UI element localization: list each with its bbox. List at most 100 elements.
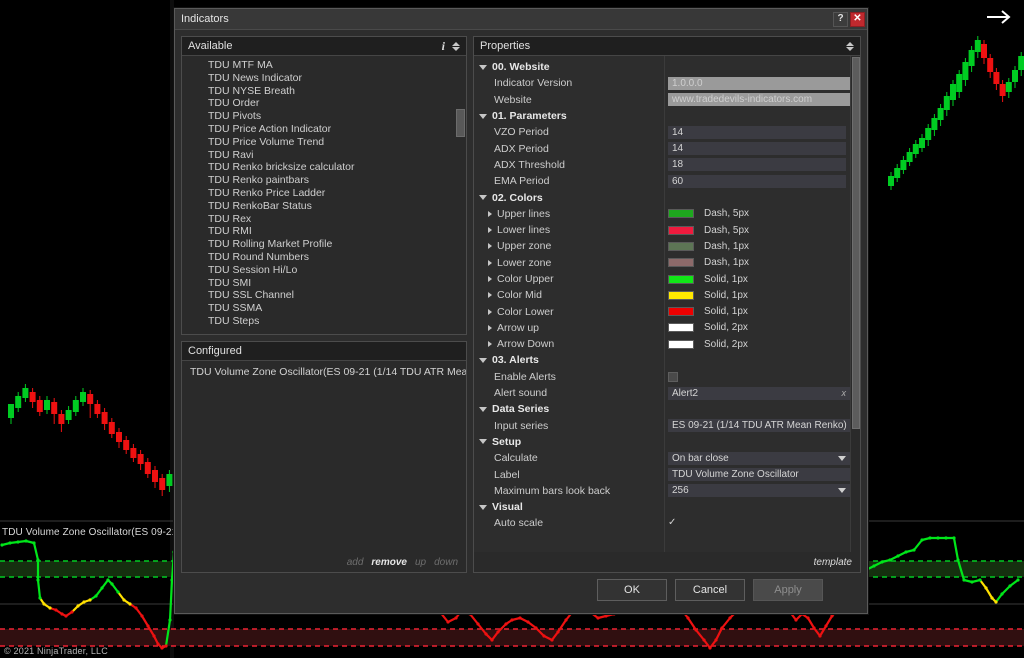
property-row[interactable]: Lower zone Dash, 1px [474,255,850,271]
available-scrollbar-thumb[interactable] [456,109,465,137]
available-list-item[interactable]: TDU Ravi [182,149,466,162]
ok-button[interactable]: OK [597,579,667,601]
help-button[interactable]: ? [833,11,848,27]
available-list-item[interactable]: TDU Rolling Market Profile [182,238,466,251]
available-list-item[interactable]: TDU SSMA [182,302,466,315]
available-list-item[interactable]: TDU Price Action Indicator [182,123,466,136]
available-list[interactable]: TDU MTF MA TDU News Indicator TDU NYSE Bre… [182,56,466,334]
available-list-item[interactable]: TDU News Indicator [182,72,466,85]
cancel-button[interactable]: Cancel [675,579,745,601]
available-list-item[interactable]: TDU Renko bricksize calculator [182,161,466,174]
chevron-right-icon[interactable] [488,243,492,250]
available-list-item[interactable]: TDU SSL Channel [182,289,466,302]
property-row[interactable]: Auto scale ✓ [474,515,850,531]
arrow-right-icon[interactable] [984,6,1014,28]
available-list-item[interactable]: TDU Session Hi/Lo [182,264,466,277]
property-group-header[interactable]: 00. Website [474,59,850,75]
property-row[interactable]: Upper lines Dash, 5px [474,206,850,222]
properties-spinner[interactable] [846,41,858,51]
color-swatch[interactable] [668,274,694,284]
configured-list-item[interactable]: TDU Volume Zone Oscillator(ES 09-21 (1/1… [182,365,466,379]
configured-list[interactable]: TDU Volume Zone Oscillator(ES 09-21 (1/1… [182,361,466,552]
chevron-down-icon[interactable] [479,357,487,363]
property-row[interactable]: Alert sound Alert2 x [474,385,850,401]
chevron-down-icon[interactable] [846,46,854,51]
chevron-down-icon[interactable] [479,195,487,201]
chevron-right-icon[interactable] [488,210,492,217]
color-swatch[interactable] [668,258,694,268]
dropdown-field[interactable]: 256 [668,484,850,498]
available-list-item[interactable]: TDU RMI [182,225,466,238]
chevron-down-icon[interactable] [479,406,487,412]
color-swatch[interactable] [668,209,694,219]
property-group-header[interactable]: 01. Parameters [474,108,850,124]
chevron-right-icon[interactable] [488,227,492,234]
chevron-right-icon[interactable] [488,259,492,266]
available-list-item[interactable]: TDU Rex [182,213,466,226]
chevron-down-icon[interactable] [479,504,487,510]
configured-action-remove[interactable]: remove [371,557,407,568]
text-field[interactable]: 14 [668,125,846,139]
color-swatch[interactable] [668,307,694,317]
chevron-down-icon[interactable] [452,46,460,51]
property-row[interactable]: Color Upper Solid, 1px [474,271,850,287]
dropdown-field[interactable]: On bar close [668,451,850,465]
property-group-header[interactable]: Data Series [474,401,850,417]
available-list-item[interactable]: TDU NYSE Breath [182,85,466,98]
available-list-item[interactable]: TDU RenkoBar Status [182,200,466,213]
property-group-header[interactable]: Visual [474,499,850,515]
available-list-item[interactable]: TDU Order [182,97,466,110]
available-list-item[interactable]: TDU Steps [182,315,466,328]
property-row[interactable]: Website www.tradedevils-indicators.com [474,92,850,108]
chevron-up-icon[interactable] [846,41,854,46]
property-row[interactable]: Color Lower Solid, 1px [474,303,850,319]
property-group-header[interactable]: Setup [474,434,850,450]
chevron-down-icon[interactable] [479,64,487,70]
available-list-item[interactable]: TDU MTF MA [182,59,466,72]
text-field[interactable]: TDU Volume Zone Oscillator [668,468,850,482]
chevron-right-icon[interactable] [488,276,492,282]
available-list-item[interactable]: TDU Pivots [182,110,466,123]
available-list-item[interactable]: TDU Round Numbers [182,251,466,264]
property-row[interactable]: Arrow Down Solid, 2px [474,336,850,352]
available-scrollbar[interactable] [456,57,465,333]
template-link[interactable]: template [814,557,852,568]
text-field[interactable]: 60 [668,174,846,188]
available-list-item[interactable]: TDU Renko Price Ladder [182,187,466,200]
text-field[interactable]: 18 [668,158,846,172]
available-spinner[interactable] [452,41,464,51]
properties-scrollbar-thumb[interactable] [852,57,860,429]
color-swatch[interactable] [668,225,694,235]
chevron-down-icon[interactable] [479,439,487,445]
color-swatch[interactable] [668,339,694,349]
chevron-right-icon[interactable] [488,341,492,348]
property-row[interactable]: Arrow up Solid, 2px [474,320,850,336]
property-row[interactable]: Label TDU Volume Zone Oscillator [474,466,850,482]
chevron-down-icon[interactable] [838,455,846,461]
checkbox[interactable] [668,371,678,382]
color-swatch[interactable] [668,323,694,333]
property-row[interactable]: Enable Alerts [474,369,850,385]
text-field[interactable]: 14 [668,142,846,156]
chevron-right-icon[interactable] [488,308,492,315]
property-group-header[interactable]: 03. Alerts [474,352,850,368]
property-row[interactable]: EMA Period 60 [474,173,850,189]
property-row[interactable]: VZO Period 14 [474,124,850,140]
property-group-header[interactable]: 02. Colors [474,189,850,205]
properties-scrollbar[interactable] [850,56,860,552]
text-field[interactable]: ES 09-21 (1/14 TDU ATR Mean Renko) [668,419,851,433]
info-icon[interactable]: i [438,39,452,54]
property-row[interactable]: ADX Period 14 [474,140,850,156]
property-row[interactable]: Lower lines Dash, 5px [474,222,850,238]
text-field[interactable]: Alert2 x [668,386,850,400]
property-row[interactable]: Input series ES 09-21 (1/14 TDU ATR Mean … [474,418,851,434]
property-row[interactable]: Indicator Version 1.0.0.0 [474,75,850,91]
clear-icon[interactable]: x [842,388,847,398]
property-row[interactable]: Maximum bars look back 256 [474,483,850,499]
property-row[interactable]: Calculate On bar close [474,450,850,466]
chevron-down-icon[interactable] [838,488,846,494]
checkbox[interactable]: ✓ [668,518,676,528]
color-swatch[interactable] [668,290,694,300]
available-list-item[interactable]: TDU Renko paintbars [182,174,466,187]
chevron-right-icon[interactable] [488,292,492,299]
